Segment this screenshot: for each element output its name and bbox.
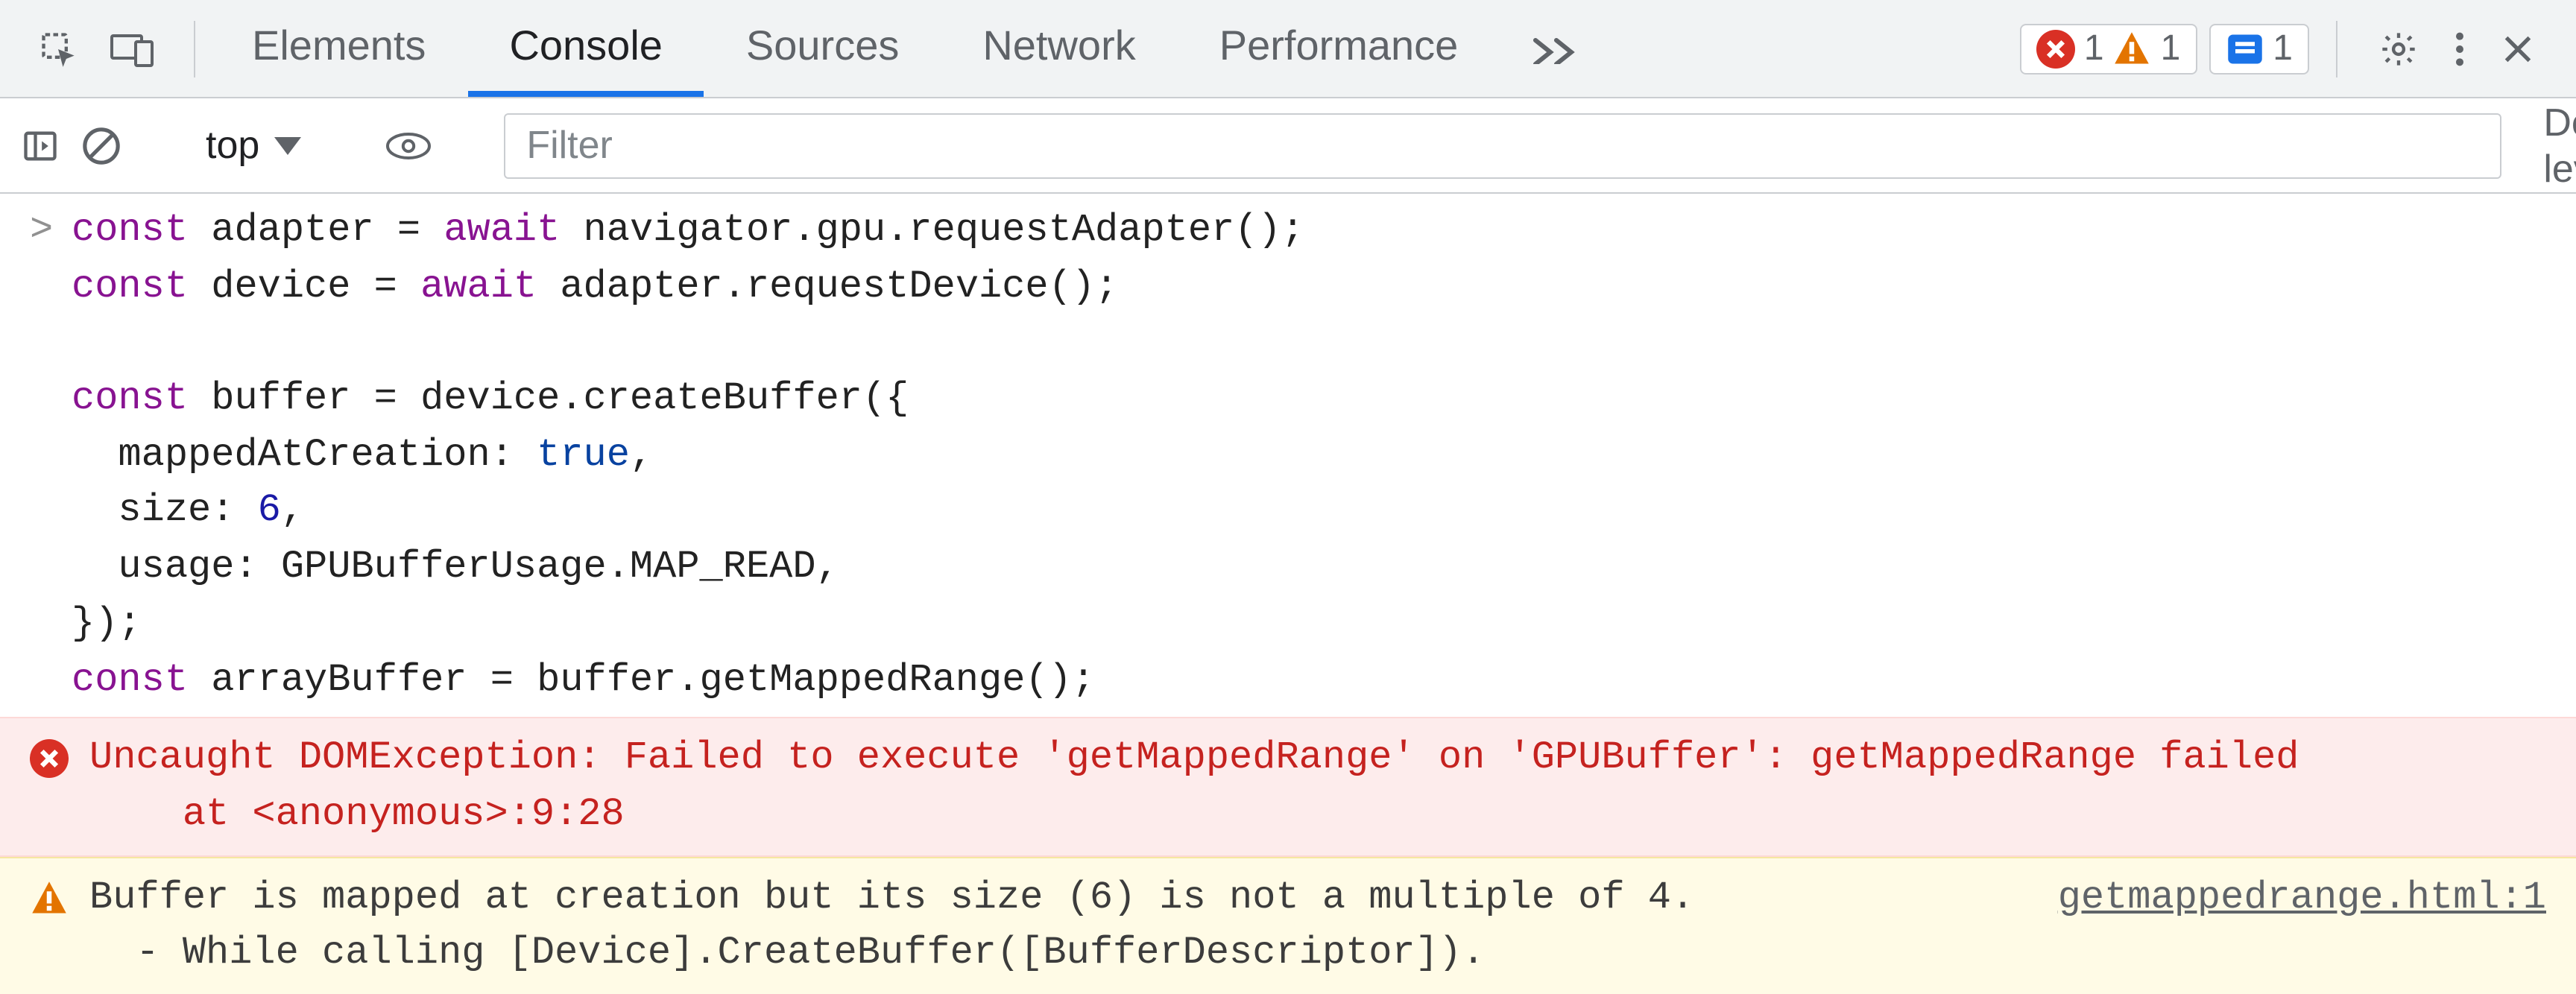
console-output: > const adapter = await navigator.gpu.re…: [0, 194, 2576, 994]
live-expression-icon[interactable]: [385, 129, 432, 162]
tab-sources[interactable]: Sources: [704, 0, 941, 97]
warning-icon: [30, 879, 69, 917]
console-error-message[interactable]: Uncaught DOMException: Failed to execute…: [0, 717, 2576, 856]
warning-count: 1: [2161, 28, 2181, 69]
execution-context-select[interactable]: top: [194, 122, 313, 168]
sidebar-toggle-icon[interactable]: [21, 126, 60, 165]
console-input-entry[interactable]: > const adapter = await navigator.gpu.re…: [0, 194, 2576, 717]
error-text-line1: Uncaught DOMException: Failed to execute…: [89, 735, 2299, 779]
log-levels-select[interactable]: Default levels: [2522, 99, 2576, 191]
console-toolbar: top Default levels 1 Issue: 1: [0, 98, 2576, 194]
tab-performance[interactable]: Performance: [1178, 0, 1500, 97]
tab-elements[interactable]: Elements: [210, 0, 467, 97]
chevron-down-icon: [274, 136, 301, 154]
info-count-badge[interactable]: 1: [2209, 23, 2309, 74]
info-count: 1: [2273, 28, 2293, 69]
device-toolbar-icon[interactable]: [110, 31, 155, 66]
settings-icon[interactable]: [2379, 29, 2418, 68]
status-badges: 1 1 1: [2020, 23, 2321, 74]
panel-tabs: Elements Console Sources Network Perform…: [210, 0, 1610, 97]
console-warning-message[interactable]: Buffer is mapped at creation but its siz…: [0, 856, 2576, 994]
tab-console[interactable]: Console: [467, 0, 704, 97]
error-count-badge[interactable]: 1 1: [2020, 23, 2197, 74]
clear-console-icon[interactable]: [80, 124, 122, 166]
kebab-menu-icon[interactable]: [2454, 29, 2466, 68]
prompt-marker: >: [30, 203, 72, 708]
warning-text-line2: - While calling [Device].CreateBuffer([B…: [89, 931, 1485, 975]
close-icon[interactable]: [2501, 32, 2534, 65]
inspect-element-icon[interactable]: [39, 29, 78, 68]
warning-text-line1: Buffer is mapped at creation but its siz…: [89, 874, 1694, 919]
devtools-tabbar: Elements Console Sources Network Perform…: [0, 0, 2576, 98]
more-tabs-button[interactable]: [1500, 0, 1610, 97]
filter-input[interactable]: [504, 113, 2501, 178]
error-icon: [30, 739, 69, 778]
error-count: 1: [2084, 28, 2104, 69]
error-text-line2: at <anonymous>:9:28: [89, 791, 625, 836]
code-block: const adapter = await navigator.gpu.requ…: [72, 203, 1304, 708]
tab-network[interactable]: Network: [941, 0, 1177, 97]
levels-label: Default levels: [2543, 99, 2576, 191]
context-label: top: [206, 122, 259, 168]
warning-source-link[interactable]: getmappedrange.html:1: [2058, 870, 2546, 982]
